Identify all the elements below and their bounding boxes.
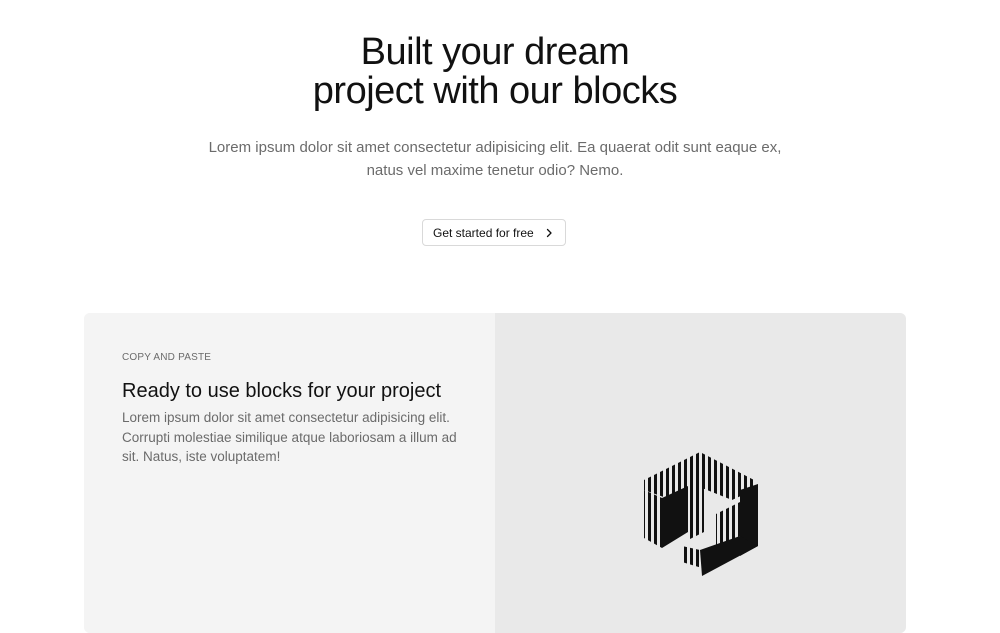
feature-illustration-panel: [495, 313, 906, 633]
feature-text-panel: COPY AND PASTE Ready to use blocks for y…: [84, 313, 495, 633]
get-started-button[interactable]: Get started for free: [422, 219, 566, 246]
feature-description: Lorem ipsum dolor sit amet consectetur a…: [122, 410, 457, 464]
feature-eyebrow: COPY AND PASTE: [122, 352, 212, 363]
feature-title: Ready to use blocks for your project: [122, 380, 442, 402]
hero-title-line-1: Built your dream: [360, 31, 630, 73]
hero-title: Built your dream project with our blocks: [0, 33, 990, 111]
striped-cube-logo-icon: [644, 452, 758, 576]
chevron-right-icon: [546, 228, 552, 238]
get-started-label: Get started for free: [433, 225, 534, 240]
hero-description-line-1: Lorem ipsum dolor sit amet consectetur a…: [208, 139, 782, 156]
hero-title-line-2: project with our blocks: [312, 70, 678, 112]
hero-description: Lorem ipsum dolor sit amet consectetur a…: [190, 136, 800, 182]
feature-card: COPY AND PASTE Ready to use blocks for y…: [84, 313, 906, 633]
hero-description-line-2: natus vel maxime tenetur odio? Nemo.: [366, 162, 624, 179]
